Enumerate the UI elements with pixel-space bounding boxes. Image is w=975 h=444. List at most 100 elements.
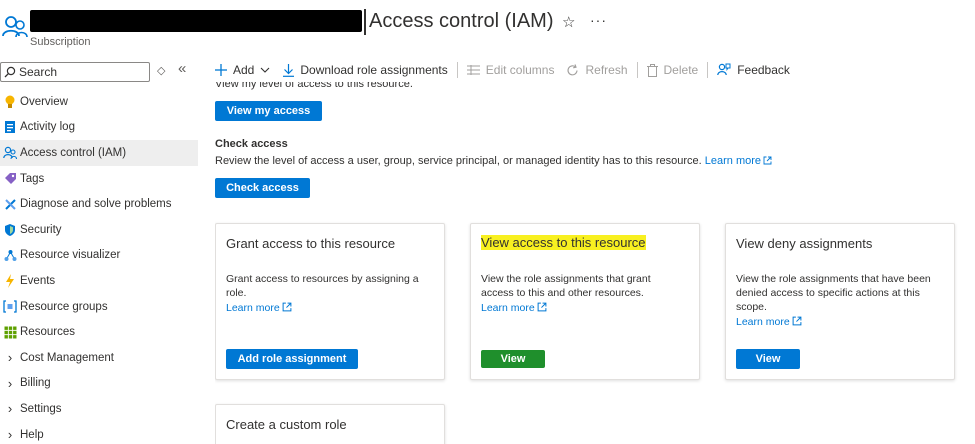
external-link-icon [763,156,772,165]
sidebar-item-help[interactable]: › Help [0,422,198,444]
chevron-right-icon: › [7,375,13,391]
grant-access-card: Grant access to this resource Grant acce… [215,223,445,380]
check-access-desc-text: Review the level of access a user, group… [215,155,702,167]
sidebar-item-cost-management[interactable]: › Cost Management [0,345,198,371]
view-deny-button[interactable]: View [736,349,800,369]
my-access-description: View my level of access to this resource… [215,82,413,90]
add-button[interactable]: Add [215,63,270,77]
learn-more-label: Learn more [226,302,280,314]
sidebar-item-label: Resources [20,326,75,339]
sidebar: ◇ « Overview Activity log Access control… [0,56,198,444]
star-icon[interactable]: ☆ [562,13,575,31]
learn-more-link[interactable]: Learn more [226,301,431,315]
check-access-description: Review the level of access a user, group… [215,155,772,167]
external-link-icon [282,302,292,312]
plus-icon [215,64,227,76]
chevron-down-icon [260,67,270,73]
sidebar-item-activity-log[interactable]: Activity log [0,115,198,141]
view-access-card: View access to this resource View the ro… [470,223,700,380]
sidebar-item-label: Access control (IAM) [20,146,127,159]
card-title: View deny assignments [736,236,873,251]
sidebar-item-label: Resource groups [20,300,108,313]
view-access-button[interactable]: View [481,350,545,368]
resource-group-icon [3,300,17,314]
sidebar-item-label: Overview [20,95,68,108]
collapse-sidebar-icon[interactable]: « [178,60,186,77]
add-role-assignment-button[interactable]: Add role assignment [226,349,358,369]
sidebar-item-overview[interactable]: Overview [0,89,198,115]
sidebar-item-access-control[interactable]: Access control (IAM) [0,140,198,166]
chevron-right-icon: › [7,350,13,366]
sidebar-item-diagnose[interactable]: Diagnose and solve problems [0,191,198,217]
search-input[interactable] [19,65,139,79]
add-label: Add [233,63,255,77]
download-label: Download role assignments [300,63,448,77]
trash-icon [646,63,658,77]
delete-button[interactable]: Delete [646,63,698,77]
page-subtitle: Subscription [30,36,91,48]
view-my-access-button[interactable]: View my access [215,101,322,121]
refresh-button[interactable]: Refresh [566,63,628,77]
lightbulb-icon [3,95,17,109]
redacted-subscription-name [30,10,362,32]
highlighted-title: View access to this resource [481,235,646,250]
card-desc-text: View the role assignments that have been… [736,273,931,313]
tag-icon [3,172,17,186]
sidebar-item-resource-groups[interactable]: Resource groups [0,294,198,320]
sidebar-search[interactable] [0,62,150,82]
network-icon [3,248,17,262]
sidebar-item-tags[interactable]: Tags [0,166,198,192]
command-bar: Add Download role assignments Edit colum… [215,58,790,82]
shield-icon [3,223,17,237]
sidebar-item-label: Resource visualizer [20,249,121,262]
card-title: Create a custom role [226,417,347,432]
bolt-icon [3,273,17,288]
learn-more-link[interactable]: Learn more [705,155,772,167]
chevron-right-icon: › [7,401,13,417]
edit-columns-button[interactable]: Edit columns [466,63,555,77]
sidebar-item-resource-visualizer[interactable]: Resource visualizer [0,243,198,269]
learn-more-label: Learn more [736,316,790,328]
card-desc-text: Grant access to resources by assigning a… [226,273,419,299]
card-title: Grant access to this resource [226,236,396,251]
learn-more-link[interactable]: Learn more [481,301,686,315]
external-link-icon [537,302,547,312]
sidebar-item-label: Diagnose and solve problems [20,198,172,211]
people-icon [3,146,17,160]
sidebar-item-events[interactable]: Events [0,268,198,294]
sidebar-item-settings[interactable]: › Settings [0,396,198,422]
card-desc-text: View the role assignments that grant acc… [481,273,651,299]
sidebar-item-resources[interactable]: Resources [0,319,198,345]
feedback-button[interactable]: Feedback [717,63,790,77]
sidebar-item-label: Help [20,428,44,441]
download-role-assignments-button[interactable]: Download role assignments [283,63,448,77]
sidebar-item-label: Settings [20,402,62,415]
toolbar-separator [456,62,458,78]
refresh-label: Refresh [585,63,628,77]
sidebar-item-label: Billing [20,377,51,390]
wrench-icon [3,197,17,211]
feedback-icon [717,63,731,77]
view-deny-assignments-card: View deny assignments View the role assi… [725,223,955,380]
card-description: View the role assignments that have been… [736,272,941,329]
ellipsis-icon[interactable]: ··· [590,12,607,28]
check-access-button[interactable]: Check access [215,178,310,198]
page-title: Access control (IAM) [369,10,554,32]
toolbar-separator [636,62,638,78]
subscription-people-icon [2,14,28,40]
log-icon [3,120,17,134]
edit-columns-label: Edit columns [485,63,555,77]
main-content: View my level of access to this resource… [215,82,975,444]
sidebar-item-security[interactable]: Security [0,217,198,243]
sidebar-item-label: Security [20,223,62,236]
sidebar-item-label: Activity log [20,121,75,134]
toolbar-separator [707,62,709,78]
diamond-icon[interactable]: ◇ [157,64,165,77]
check-access-title: Check access [215,138,288,150]
card-title: View access to this resource [481,235,646,250]
learn-more-link[interactable]: Learn more [736,315,941,329]
sidebar-item-label: Events [20,274,56,287]
sidebar-item-billing[interactable]: › Billing [0,371,198,397]
columns-icon [466,65,480,75]
refresh-icon [566,63,579,77]
